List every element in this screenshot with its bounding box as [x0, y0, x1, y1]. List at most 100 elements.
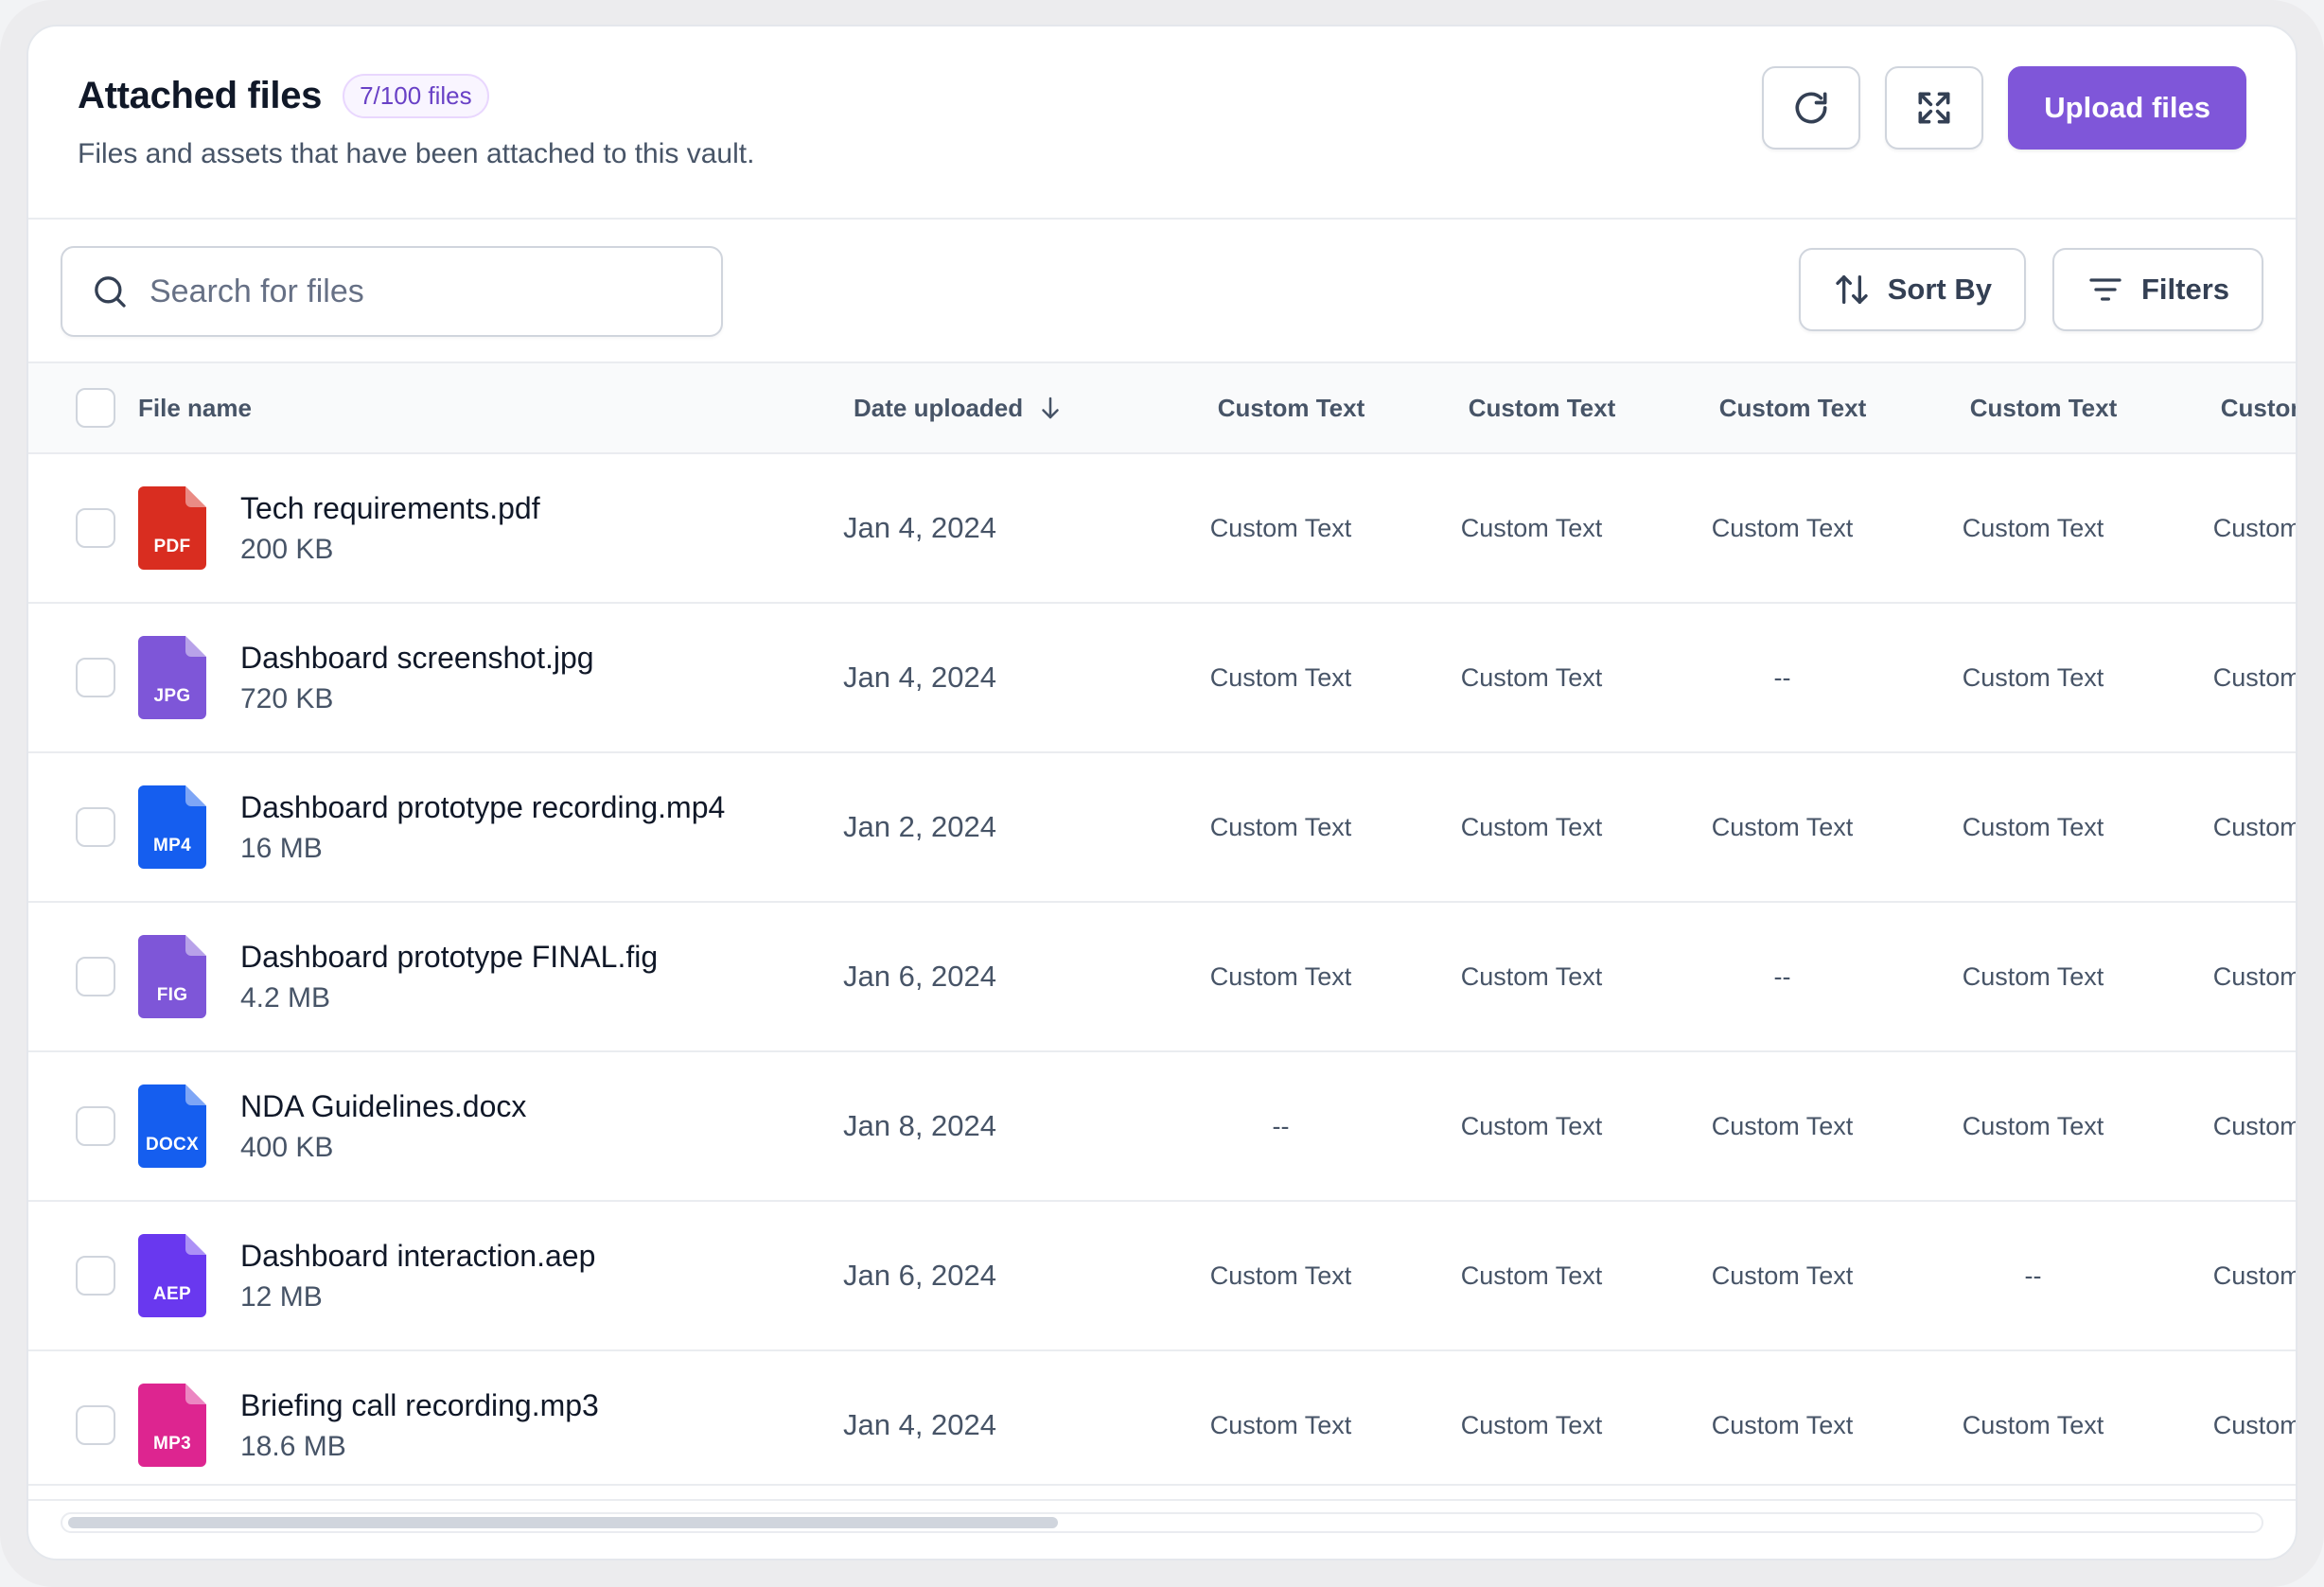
custom-text-cell: Custom Text [1406, 514, 1657, 543]
file-size: 720 KB [240, 682, 334, 714]
table-row[interactable]: AEP Dashboard interaction.aep 12 MB Jan 6, … [28, 1202, 2298, 1351]
horizontal-scrollbar[interactable] [61, 1512, 2263, 1533]
file-extension-label: AEP [153, 1284, 191, 1304]
custom-text-cell: -- [1908, 1261, 2158, 1291]
custom-text-value: Custom Text [1962, 662, 2104, 692]
date-uploaded-cell: Jan 4, 2024 [843, 661, 1155, 695]
header-custom-label: Custom Text [2220, 393, 2296, 422]
file-fold [185, 1384, 206, 1404]
header-date-label: Date uploaded [854, 393, 1024, 422]
table-row[interactable]: DOCX NDA Guidelines.docx 400 KB Jan 8, 2024… [28, 1052, 2298, 1202]
custom-text-cell: Custom Text [2158, 1111, 2298, 1141]
custom-text-cell: Custom Text [1155, 1261, 1406, 1291]
custom-text-cell: Custom Text [1155, 813, 1406, 842]
file-type-icon: PDF [138, 486, 206, 570]
header-custom-3[interactable]: Custom Text [1667, 394, 1918, 423]
date-uploaded-cell: Jan 6, 2024 [843, 960, 1155, 994]
file-name[interactable]: Briefing call recording.mp3 [240, 1388, 599, 1423]
expand-button[interactable] [1885, 66, 1984, 150]
page-subtitle: Files and assets that have been attached… [78, 138, 755, 169]
card-header: Attached files 7/100 files Files and ass… [28, 26, 2296, 220]
header-custom-4[interactable]: Custom Text [1918, 394, 2169, 423]
date-uploaded-cell: Jan 4, 2024 [843, 1408, 1155, 1442]
search-box[interactable] [61, 246, 723, 337]
file-name[interactable]: Dashboard screenshot.jpg [240, 641, 594, 676]
search-icon [95, 276, 126, 308]
table-row[interactable]: MP3 Briefing call recording.mp3 18.6 MB Jan… [28, 1351, 2296, 1501]
custom-text-cell: Custom Text [1155, 1411, 1406, 1440]
file-text: Dashboard screenshot.jpg 720 KB [240, 641, 594, 715]
search-input[interactable] [150, 273, 679, 310]
header-custom-1[interactable]: Custom Text [1166, 394, 1417, 423]
custom-text-value: Custom Text [1460, 1410, 1603, 1439]
table-row[interactable]: FIG Dashboard prototype FINAL.fig 4.2 MB Ja… [28, 903, 2296, 1052]
custom-text-cell: -- [1657, 962, 1908, 992]
date-uploaded: Jan 4, 2024 [843, 511, 997, 544]
custom-text-cell: -- [1155, 1112, 1406, 1141]
file-extension-label: JPG [153, 686, 191, 706]
file-size: 400 KB [240, 1131, 334, 1163]
custom-text-cell: Custom Text [1657, 514, 1908, 543]
custom-text-cell: Custom Text [1657, 813, 1908, 842]
file-text: Dashboard interaction.aep 12 MB [240, 1239, 595, 1314]
header-custom-label: Custom Text [1718, 393, 1867, 422]
title-row: Attached files 7/100 files [78, 74, 489, 118]
file-size: 18.6 MB [240, 1430, 346, 1462]
refresh-icon [1795, 92, 1827, 124]
table-row[interactable]: JPG Dashboard screenshot.jpg 720 KB Jan 4, … [28, 604, 2296, 753]
header-date-uploaded[interactable]: Date uploaded [854, 394, 1166, 423]
file-name-cell: PDF Tech requirements.pdf 200 KB [96, 486, 843, 570]
header-custom-5[interactable]: Custom Text [2169, 393, 2296, 423]
custom-text-value: Custom Text [2212, 1111, 2298, 1140]
file-name[interactable]: Dashboard interaction.aep [240, 1239, 595, 1274]
custom-text-value: Custom Text [2212, 1261, 2298, 1290]
file-type-icon: DOCX [138, 1084, 206, 1168]
header-custom-label: Custom Text [1217, 393, 1365, 422]
custom-text-cell: Custom Text [2158, 1411, 2296, 1440]
custom-text-value: Custom Text [1711, 1410, 1854, 1439]
file-extension-label: PDF [153, 537, 191, 556]
header-custom-label: Custom Text [1468, 393, 1616, 422]
upload-files-button[interactable]: Upload files [2008, 66, 2246, 150]
file-name-cell: MP3 Briefing call recording.mp3 18.6 MB [96, 1384, 843, 1467]
custom-text-value: -- [1773, 961, 1791, 991]
file-name[interactable]: Dashboard prototype FINAL.fig [240, 940, 658, 975]
file-name[interactable]: Dashboard prototype recording.mp4 [240, 790, 725, 825]
custom-text-cell: Custom Text [1155, 962, 1406, 992]
file-name[interactable]: NDA Guidelines.docx [240, 1089, 526, 1124]
custom-text-value: Custom Text [1460, 961, 1603, 991]
file-extension-label: MP3 [153, 1434, 191, 1454]
date-uploaded-cell: Jan 8, 2024 [843, 1109, 1155, 1143]
table-row[interactable]: MP4 Dashboard prototype recording.mp4 16 M… [28, 753, 2296, 903]
header-actions: Upload files [1762, 66, 2246, 150]
custom-text-value: Custom Text [1962, 961, 2104, 991]
custom-text-cell: -- [1657, 663, 1908, 693]
custom-text-value: Custom Text [1711, 812, 1854, 841]
header-file-name[interactable]: File name [106, 394, 854, 423]
custom-text-value: Custom Text [1460, 662, 1603, 692]
file-extension-label: MP4 [153, 836, 191, 855]
file-text: Dashboard prototype FINAL.fig 4.2 MB [240, 940, 658, 1014]
file-type-icon: MP3 [138, 1384, 206, 1467]
file-fold [185, 1234, 206, 1255]
file-name[interactable]: Tech requirements.pdf [240, 491, 540, 526]
file-name-cell: MP4 Dashboard prototype recording.mp4 16 M… [96, 785, 843, 869]
header-custom-2[interactable]: Custom Text [1417, 394, 1667, 423]
custom-text-value: Custom Text [1209, 1261, 1352, 1290]
custom-text-value: Custom Text [1209, 513, 1352, 542]
custom-text-cell: Custom Text [1406, 962, 1657, 992]
file-type-icon: AEP [138, 1234, 206, 1317]
custom-text-value: Custom Text [1711, 513, 1854, 542]
file-type-icon: FIG [138, 935, 206, 1018]
scrollbar-thumb[interactable] [68, 1517, 1058, 1528]
custom-text-value: Custom Text [1209, 961, 1352, 991]
table-row[interactable]: PDF Tech requirements.pdf 200 KB Jan 4, 202… [28, 454, 2296, 604]
custom-text-cell: Custom Text [1657, 1261, 1908, 1291]
sort-by-button[interactable]: Sort By [1798, 248, 2026, 331]
filters-button[interactable]: Filters [2051, 248, 2263, 331]
refresh-button[interactable] [1762, 66, 1861, 150]
custom-text-value: -- [1773, 662, 1791, 692]
date-uploaded: Jan 8, 2024 [843, 1109, 997, 1142]
custom-text-value: Custom Text [1962, 1111, 2104, 1140]
file-text: NDA Guidelines.docx 400 KB [240, 1089, 526, 1164]
